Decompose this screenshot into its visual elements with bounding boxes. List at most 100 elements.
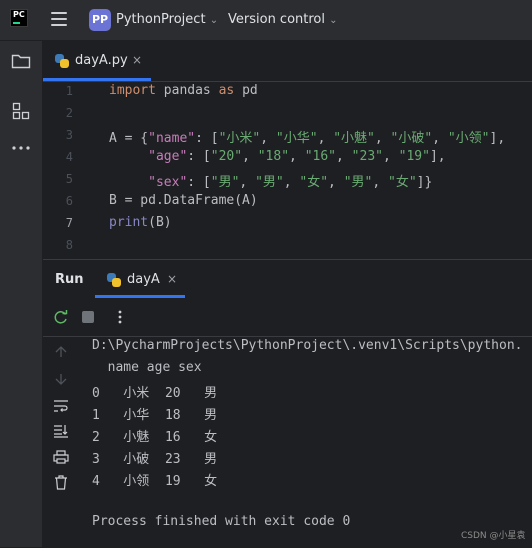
version-control-label: Version control [228,12,325,27]
editor-tab-bar: dayA.py × [43,41,532,82]
code-line: B = pd.DataFrame(A) [109,193,258,208]
code-token: "age" [148,149,188,164]
close-icon[interactable]: × [132,53,142,67]
code-token: (B) [148,215,172,230]
code-token: A = { [109,131,149,146]
logo-underline [13,22,20,24]
structure-icon[interactable] [12,102,30,120]
chevron-down-icon: ⌄ [209,15,219,26]
code-token: , [283,175,300,190]
code-token: , [317,131,334,146]
console-row: 1 小华 18 男 [92,408,218,423]
line-number: 7 [65,216,73,230]
code-line: import pandas as pd [109,83,258,98]
code-token: "女" [388,175,417,190]
line-number: 6 [65,194,73,208]
code-token: "sex" [148,175,188,190]
code-token: pd [234,83,258,98]
code-line: "sex": ["男", "男", "女", "男", "女"]} [109,171,432,190]
code-token: "19" [398,149,430,164]
watermark: CSDN @小星袁 [461,531,526,541]
code-token: , [260,131,276,146]
code-token: "小魅" [333,131,375,146]
scroll-up-icon[interactable] [54,346,68,358]
code-token: , [289,149,305,164]
console-exit-message: Process finished with exit code 0 [92,514,351,529]
code-token: ], [429,149,446,164]
console-row: 0 小米 20 男 [92,386,218,401]
code-token: ], [489,131,506,146]
code-token: "23" [351,149,383,164]
code-token: print [109,215,149,230]
stop-icon[interactable] [82,311,94,323]
code-token: ]} [416,175,433,190]
code-line: print(B) [109,215,172,230]
version-control-dropdown[interactable]: Version control ⌄ [228,12,338,27]
line-number: 8 [65,238,73,252]
line-number: 4 [65,150,73,164]
hamburger-menu-icon[interactable] [51,12,67,26]
run-panel-title: Run [55,272,84,287]
run-tab-label[interactable]: dayA [127,272,160,287]
code-token: import [109,83,156,98]
code-token: "小领" [447,131,490,146]
close-icon[interactable]: × [167,272,177,286]
code-token: "男" [343,175,373,190]
code-token: , [336,149,352,164]
project-name-dropdown[interactable]: PythonProject ⌄ [116,12,218,27]
console-command: D:\PycharmProjects\PythonProject\.venv1\… [92,338,523,353]
code-token: : [ [195,131,219,146]
console-row: 4 小领 19 女 [92,474,218,489]
code-editor[interactable]: 1 import pandas as pd 2 3 A = {"name": ["小米"… [43,82,532,258]
soft-wrap-icon[interactable] [53,399,69,413]
code-token: "男" [255,175,284,190]
line-number: 5 [65,172,73,186]
line-number: 3 [65,128,73,142]
code-token: "20" [210,149,243,164]
line-number: 2 [65,106,73,120]
more-icon[interactable] [11,145,31,151]
code-token: , [432,131,448,146]
code-token: , [242,149,258,164]
code-token: "18" [257,149,290,164]
chevron-down-icon: ⌄ [329,15,338,26]
code-token: , [382,149,399,164]
python-run-config-icon [107,273,121,287]
scroll-to-end-icon[interactable] [53,424,69,438]
jetbrains-pc-logo-icon[interactable]: PC [10,9,28,27]
code-token: B = pd.DataFrame(A) [109,193,258,208]
console-row: 2 小魅 16 女 [92,430,218,445]
console-row: 3 小破 23 男 [92,452,218,467]
tool-window-stripe [0,41,43,547]
kebab-menu-icon[interactable] [117,310,123,324]
code-line: "age": ["20", "18", "16", "23", "19"], [109,149,446,164]
code-token: : [ [187,149,211,164]
folder-icon[interactable] [11,53,31,69]
project-badge[interactable]: PP [89,9,111,31]
print-icon[interactable] [53,450,69,464]
code-line: A = {"name": ["小米", "小华", "小魅", "小破", "小… [109,127,505,146]
code-token: , [372,175,389,190]
code-token: , [374,131,391,146]
code-token: "小破" [390,131,433,146]
run-toolbar-separator [43,336,532,337]
code-token: as [218,83,235,98]
code-token: , [328,175,344,190]
trash-icon[interactable] [54,475,68,490]
project-name: PythonProject [116,12,206,27]
code-token: "16" [304,149,337,164]
code-token: "小米" [218,131,261,146]
python-file-icon [55,54,69,68]
code-token: "name" [148,131,196,146]
line-number: 1 [65,84,73,98]
code-token: "男" [210,175,240,190]
code-token: "小华" [275,131,318,146]
code-token: : [ [187,175,211,190]
code-token: , [239,175,256,190]
tab-dayA-py[interactable]: dayA.py × [43,41,151,81]
active-run-tab-indicator [95,295,185,298]
rerun-icon[interactable] [53,309,69,325]
logo-text: PC [13,10,25,19]
scroll-down-icon[interactable] [54,373,68,385]
